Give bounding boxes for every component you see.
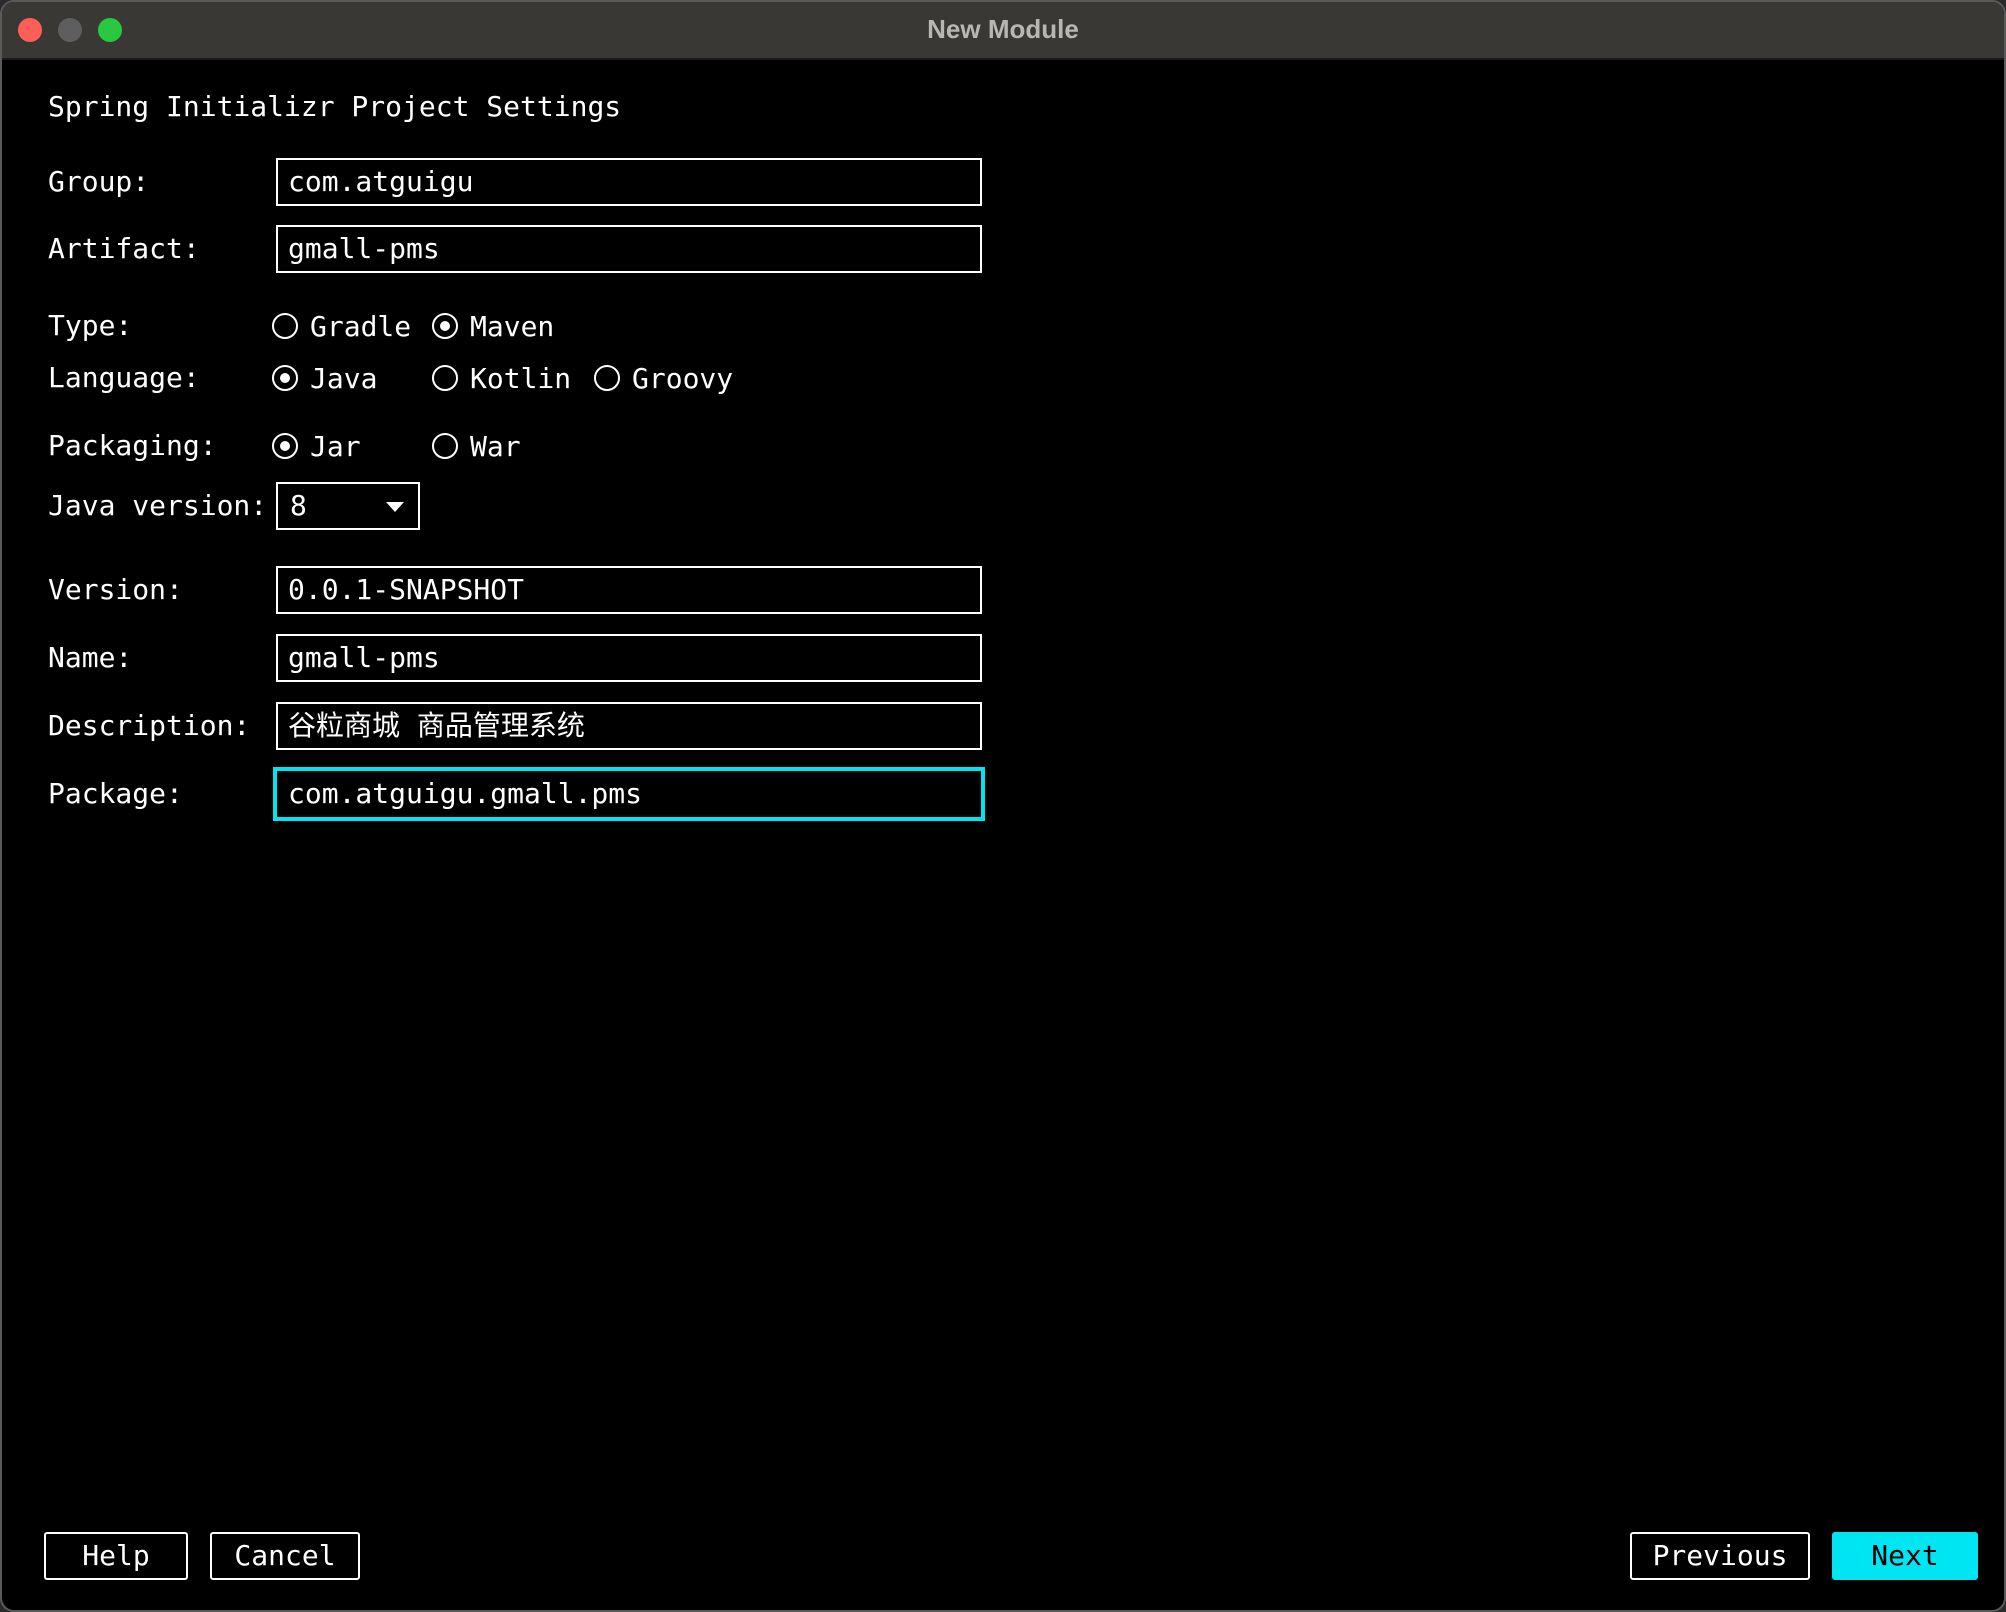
description-field[interactable]: 谷粒商城 商品管理系统 [276, 702, 982, 750]
radio-unchecked-icon [432, 433, 458, 459]
description-label: Description: [48, 709, 251, 742]
group-field[interactable]: com.atguigu [276, 158, 982, 206]
chevron-down-icon [386, 502, 404, 512]
java-version-value: 8 [290, 489, 307, 522]
type-option-gradle[interactable]: Gradle [272, 306, 411, 346]
type-label: Type: [48, 309, 133, 342]
help-button[interactable]: Help [44, 1532, 188, 1580]
name-field[interactable]: gmall-pms [276, 634, 982, 682]
radio-checked-icon [272, 365, 298, 391]
radio-label: Gradle [310, 309, 412, 343]
version-label: Version: [48, 573, 183, 606]
java-version-select[interactable]: 8 [276, 482, 420, 530]
type-option-maven[interactable]: Maven [432, 306, 554, 346]
section-title: Spring Initializr Project Settings [48, 90, 622, 123]
radio-checked-icon [272, 433, 298, 459]
radio-unchecked-icon [432, 365, 458, 391]
packaging-label: Packaging: [48, 429, 217, 462]
new-module-dialog: New Module Spring Initializr Project Set… [0, 0, 2006, 1612]
next-button[interactable]: Next [1832, 1532, 1978, 1580]
group-label: Group: [48, 165, 150, 198]
radio-label: Kotlin [470, 361, 572, 395]
radio-label: Maven [470, 309, 555, 343]
language-option-kotlin[interactable]: Kotlin [432, 358, 571, 398]
dialog-content: Spring Initializr Project Settings Group… [2, 60, 2004, 1560]
package-field[interactable]: com.atguigu.gmall.pms [273, 767, 985, 821]
language-label: Language: [48, 361, 200, 394]
package-field-wrapper: com.atguigu.gmall.pms [2, 767, 2004, 827]
window-title: New Module [927, 14, 1079, 44]
packaging-option-jar[interactable]: Jar [272, 426, 361, 466]
radio-label: Jar [310, 429, 361, 463]
java-version-label: Java version: [48, 489, 268, 522]
radio-label: Groovy [632, 361, 734, 395]
name-label: Name: [48, 641, 133, 674]
radio-checked-icon [432, 313, 458, 339]
language-option-groovy[interactable]: Groovy [594, 358, 733, 398]
title-bar: New Module [2, 2, 2004, 60]
artifact-field[interactable]: gmall-pms [276, 225, 982, 273]
radio-label: Java [310, 361, 378, 395]
radio-unchecked-icon [594, 365, 620, 391]
language-option-java[interactable]: Java [272, 358, 377, 398]
packaging-option-war[interactable]: War [432, 426, 521, 466]
radio-label: War [470, 429, 521, 463]
cancel-button[interactable]: Cancel [210, 1532, 360, 1580]
version-field[interactable]: 0.0.1-SNAPSHOT [276, 566, 982, 614]
radio-unchecked-icon [272, 313, 298, 339]
previous-button[interactable]: Previous [1630, 1532, 1810, 1580]
artifact-label: Artifact: [48, 232, 200, 265]
